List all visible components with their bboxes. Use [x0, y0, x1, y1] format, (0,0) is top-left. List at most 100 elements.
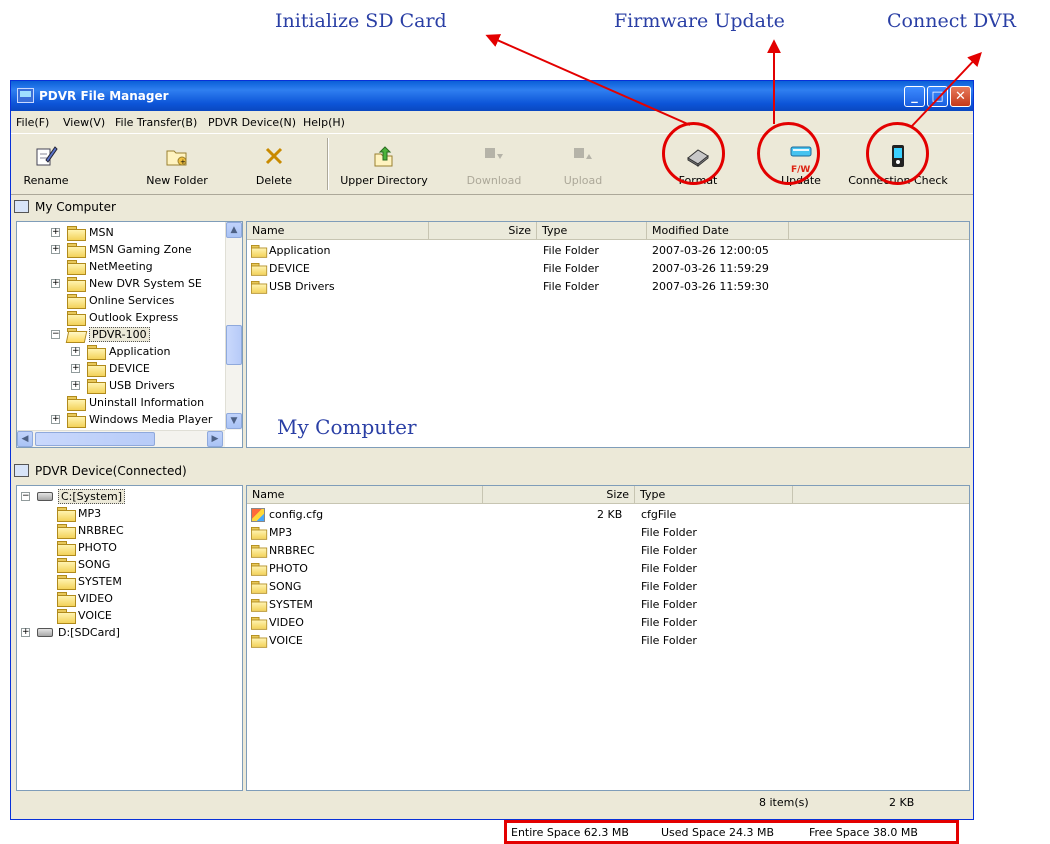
- scroll-down-icon[interactable]: ▼: [226, 413, 242, 429]
- local-file-list[interactable]: Name Size Type Modified Date Application…: [246, 221, 970, 448]
- scroll-left-icon[interactable]: ◀: [17, 431, 33, 447]
- folder-icon: [57, 575, 76, 590]
- minimize-icon: _: [911, 89, 918, 104]
- tree-item[interactable]: SYSTEM: [17, 573, 237, 590]
- tree-item[interactable]: VOICE: [17, 607, 237, 624]
- expand-icon[interactable]: +: [71, 381, 80, 390]
- column-name[interactable]: Name: [247, 486, 483, 504]
- table-row[interactable]: USB Drivers File Folder 2007-03-26 11:59:3…: [247, 278, 969, 296]
- local-folder-tree[interactable]: + MSN + MSN Gaming Zone NetMeeting + New DVR S…: [16, 221, 243, 448]
- column-type[interactable]: Type: [635, 486, 793, 504]
- title-bar[interactable]: PDVR File Manager _ □ ✕: [11, 81, 973, 111]
- table-row[interactable]: VIDEO File Folder: [247, 614, 969, 632]
- local-tree-hscrollbar[interactable]: ◀ ▶: [17, 430, 225, 447]
- scroll-up-icon[interactable]: ▲: [226, 222, 242, 238]
- folder-icon: [67, 396, 86, 411]
- column-type[interactable]: Type: [537, 222, 647, 240]
- table-row[interactable]: Application File Folder 2007-03-26 12:00:0…: [247, 242, 969, 260]
- column-modified-date[interactable]: Modified Date: [647, 222, 789, 240]
- format-button[interactable]: Format: [673, 134, 723, 194]
- download-button[interactable]: Download: [464, 134, 524, 194]
- table-row[interactable]: config.cfg 2 KB cfgFile: [247, 506, 969, 524]
- device-folder-tree[interactable]: − C:[System] MP3 NRBREC PHOTO SONG SYSTEM VIDEO…: [16, 485, 243, 791]
- tree-item[interactable]: MP3: [17, 505, 237, 522]
- tree-item-label: C:[System]: [58, 489, 125, 504]
- cell-type: File Folder: [641, 526, 697, 539]
- tree-item[interactable]: + MSN: [17, 224, 222, 241]
- cell-type: File Folder: [641, 598, 697, 611]
- menu-pdvr-device[interactable]: PDVR Device(N): [208, 116, 296, 129]
- tree-item[interactable]: Online Services: [17, 292, 222, 309]
- expand-icon[interactable]: +: [51, 279, 60, 288]
- new-folder-button[interactable]: + New Folder: [139, 134, 215, 194]
- table-row[interactable]: PHOTO File Folder: [247, 560, 969, 578]
- upper-directory-button[interactable]: Upper Directory: [339, 134, 429, 194]
- table-row[interactable]: DEVICE File Folder 2007-03-26 11:59:29: [247, 260, 969, 278]
- expand-icon[interactable]: +: [51, 415, 60, 424]
- expand-icon[interactable]: +: [71, 347, 80, 356]
- scroll-right-icon[interactable]: ▶: [207, 431, 223, 447]
- column-name[interactable]: Name: [247, 222, 429, 240]
- tree-item[interactable]: NetMeeting: [17, 258, 222, 275]
- maximize-button[interactable]: □: [927, 86, 948, 107]
- tree-item-label: Application: [109, 345, 171, 358]
- tree-item[interactable]: Outlook Express: [17, 309, 222, 326]
- menu-help[interactable]: Help(H): [303, 116, 345, 129]
- download-label: Download: [466, 174, 522, 187]
- tree-item-label: VOICE: [78, 609, 112, 622]
- tree-item[interactable]: + New DVR System SE: [17, 275, 222, 292]
- folder-icon: [57, 507, 76, 522]
- rename-button[interactable]: Rename: [16, 134, 76, 194]
- collapse-icon[interactable]: −: [51, 330, 60, 339]
- tree-item[interactable]: + D:[SDCard]: [17, 624, 237, 641]
- local-tree-vscrollbar[interactable]: ▲ ▼: [225, 222, 242, 430]
- table-row[interactable]: VOICE File Folder: [247, 632, 969, 650]
- table-row[interactable]: NRBREC File Folder: [247, 542, 969, 560]
- folder-icon: [251, 581, 268, 594]
- rename-icon: [36, 146, 58, 166]
- tree-item-label: Windows Media Player: [89, 413, 213, 426]
- tree-item[interactable]: − PDVR-100: [17, 326, 222, 343]
- menu-file-transfer[interactable]: File Transfer(B): [115, 116, 197, 129]
- tree-item[interactable]: PHOTO: [17, 539, 237, 556]
- tree-item[interactable]: Uninstall Information: [17, 394, 222, 411]
- tree-item-label: NRBREC: [78, 524, 124, 537]
- tree-item[interactable]: SONG: [17, 556, 237, 573]
- collapse-icon[interactable]: −: [21, 492, 30, 501]
- expand-icon[interactable]: +: [21, 628, 30, 637]
- tree-item[interactable]: − C:[System]: [17, 488, 237, 505]
- expand-icon[interactable]: +: [51, 228, 60, 237]
- delete-label: Delete: [255, 174, 293, 187]
- connection-check-button[interactable]: Connection Check: [848, 134, 948, 194]
- hscroll-thumb[interactable]: [35, 432, 155, 446]
- table-row[interactable]: SYSTEM File Folder: [247, 596, 969, 614]
- upload-button[interactable]: Upload: [553, 134, 613, 194]
- cell-type: File Folder: [543, 262, 599, 275]
- table-row[interactable]: SONG File Folder: [247, 578, 969, 596]
- column-size[interactable]: Size: [483, 486, 635, 504]
- tree-item[interactable]: NRBREC: [17, 522, 237, 539]
- tree-item[interactable]: + Application: [17, 343, 222, 360]
- folder-icon: [67, 243, 86, 258]
- tree-item[interactable]: + USB Drivers: [17, 377, 222, 394]
- minimize-button[interactable]: _: [904, 86, 925, 107]
- device-file-list[interactable]: Name Size Type config.cfg 2 KB cfgFile MP3 F…: [246, 485, 970, 791]
- close-button[interactable]: ✕: [950, 86, 971, 107]
- menu-view[interactable]: View(V): [63, 116, 105, 129]
- delete-button[interactable]: Delete: [249, 134, 299, 194]
- cell-type: cfgFile: [641, 508, 677, 521]
- update-button[interactable]: F/W Update: [776, 134, 826, 194]
- tree-item[interactable]: VIDEO: [17, 590, 237, 607]
- table-row[interactable]: MP3 File Folder: [247, 524, 969, 542]
- folder-icon: [87, 362, 106, 377]
- device-header: PDVR Device(Connected): [11, 461, 411, 481]
- expand-icon[interactable]: +: [71, 364, 80, 373]
- update-label: Update: [781, 174, 821, 187]
- expand-icon[interactable]: +: [51, 245, 60, 254]
- menu-file[interactable]: File(F): [16, 116, 49, 129]
- tree-item[interactable]: + Windows Media Player: [17, 411, 222, 428]
- scroll-thumb[interactable]: [226, 325, 242, 365]
- tree-item[interactable]: + MSN Gaming Zone: [17, 241, 222, 258]
- column-size[interactable]: Size: [429, 222, 537, 240]
- tree-item[interactable]: + DEVICE: [17, 360, 222, 377]
